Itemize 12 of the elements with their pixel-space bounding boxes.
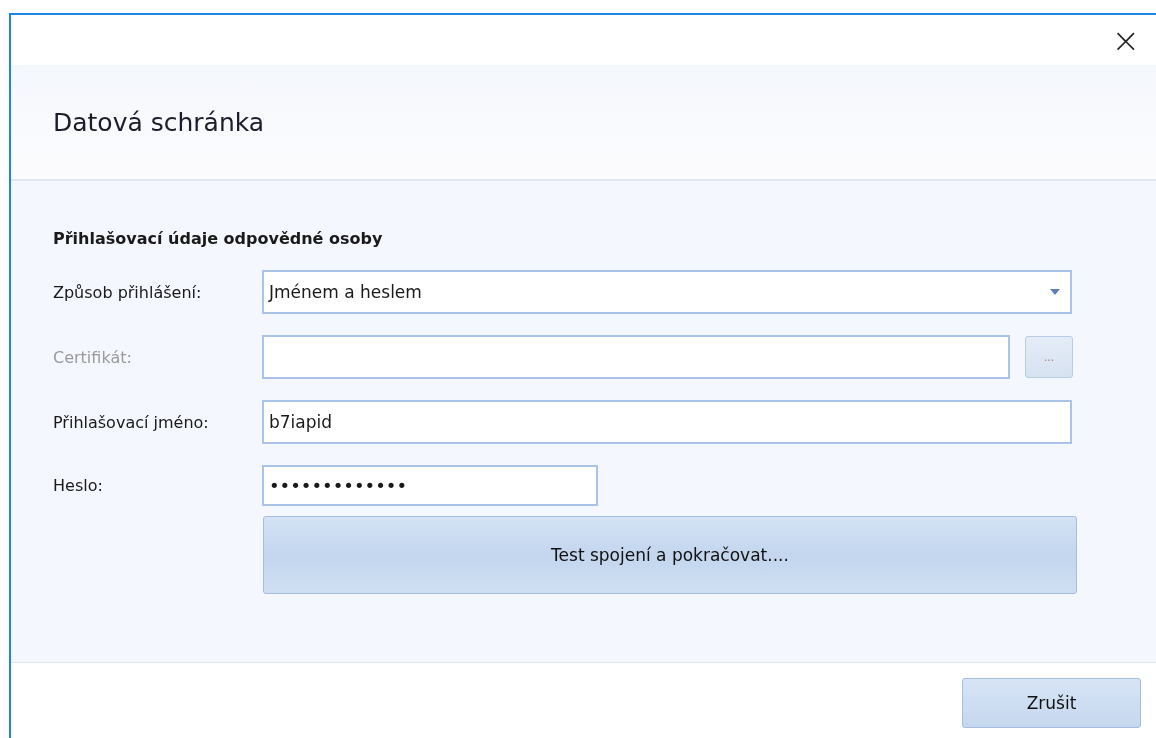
field-label: Přihlašovací jméno: [53, 412, 210, 432]
window-title: Datová schránka [53, 107, 265, 137]
login-method-dropdown[interactable]: Jménem a heslem [262, 270, 1072, 314]
field-label: Certifikát: [53, 347, 133, 367]
cancel-button[interactable]: Zrušit [962, 678, 1141, 728]
field-label: Heslo: [53, 476, 104, 495]
password-field[interactable]: ••••••••••••• [262, 465, 598, 506]
section-title: Přihlašovací údaje odpovědné osoby [53, 229, 384, 248]
close-button[interactable]: × [1105, 23, 1146, 57]
test-connection-button[interactable]: Test spojení a pokračovat.... [263, 516, 1077, 594]
field-label: Způsob přihlášení: [53, 282, 203, 302]
username-field[interactable]: b7iapid [262, 400, 1072, 444]
